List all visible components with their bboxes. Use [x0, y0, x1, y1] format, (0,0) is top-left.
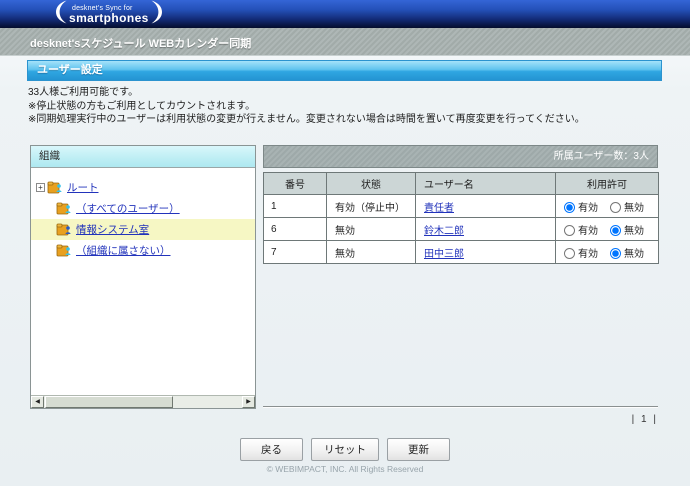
cell-username: 責任者	[416, 195, 556, 218]
organization-tree: + ルート （すべてのユーザー） 情報システム室	[31, 168, 255, 261]
table-row: 6 無効 鈴木二郎 有効 無効	[264, 218, 659, 241]
reset-button[interactable]: リセット	[311, 438, 379, 461]
app-title: desknet'sスケジュール WEBカレンダー同期	[30, 35, 251, 51]
action-button-row: 戻る リセット 更新	[0, 438, 690, 461]
department-icon	[56, 223, 72, 236]
col-header-username: ユーザー名	[416, 173, 556, 195]
member-count-bar: 所属ユーザー数：3人	[263, 145, 658, 168]
col-header-permission: 利用許可	[556, 173, 659, 195]
tree-link-root[interactable]: ルート	[67, 180, 99, 195]
organization-group-icon	[56, 202, 72, 215]
permission-deny-label: 無効	[624, 203, 644, 214]
permission-allow-label: 有効	[578, 226, 598, 237]
permission-deny-radio[interactable]	[610, 248, 621, 259]
page-indicator: | 1 |	[560, 414, 658, 425]
table-header-row: 番号 状態 ユーザー名 利用許可	[264, 173, 659, 195]
table-row: 1 有効（停止中） 責任者 有効 無効	[264, 195, 659, 218]
permission-deny-label: 無効	[624, 249, 644, 260]
user-link[interactable]: 責任者	[424, 203, 454, 214]
cell-permission: 有効 無効	[556, 241, 659, 264]
cell-username: 田中三郎	[416, 241, 556, 264]
user-link[interactable]: 鈴木二郎	[424, 226, 464, 237]
tree-item-info-systems[interactable]: 情報システム室	[31, 219, 255, 240]
tree-item-all-users[interactable]: （すべてのユーザー）	[31, 198, 255, 219]
permission-allow-radio[interactable]	[564, 248, 575, 259]
permission-allow-label: 有効	[578, 249, 598, 260]
logo-line2: smartphones	[69, 12, 149, 24]
permission-allow-radio[interactable]	[564, 202, 575, 213]
cell-status: 有効（停止中）	[327, 195, 416, 218]
copyright-text: © WEBIMPACT, INC. All Rights Reserved	[0, 464, 690, 474]
col-header-status: 状態	[327, 173, 416, 195]
top-brand-bar: desknet's Sync for smartphones	[0, 0, 690, 28]
tree-link-no-org[interactable]: （組織に属さない）	[76, 243, 171, 258]
screen: desknet's Sync for smartphones desknet's…	[0, 0, 690, 486]
permission-deny-radio[interactable]	[610, 202, 621, 213]
table-row: 7 無効 田中三郎 有効 無効	[264, 241, 659, 264]
organization-panel: 組織 + ルート （すべてのユーザー） 情報システム室	[30, 145, 256, 409]
organization-group-icon	[47, 181, 63, 194]
notice-line: ※同期処理実行中のユーザーは利用状態の変更が行えません。変更されない場合は時間を…	[28, 113, 585, 127]
organization-panel-title: 組織	[31, 146, 255, 168]
scroll-left-arrow-icon[interactable]: ◀	[31, 396, 44, 408]
tree-item-no-org[interactable]: （組織に属さない）	[31, 240, 255, 261]
cell-number: 7	[264, 241, 327, 264]
tree-link-all-users[interactable]: （すべてのユーザー）	[76, 201, 180, 216]
app-title-bar: desknet'sスケジュール WEBカレンダー同期	[0, 28, 690, 56]
horizontal-scrollbar[interactable]: ◀ ▶	[31, 395, 255, 408]
logo-left-bracket-icon	[55, 0, 67, 29]
section-title-user-settings: ユーザー設定	[27, 60, 662, 81]
update-button[interactable]: 更新	[387, 438, 450, 461]
brand-logo: desknet's Sync for smartphones	[55, 1, 163, 27]
cell-permission: 有効 無効	[556, 218, 659, 241]
scrollbar-thumb[interactable]	[45, 396, 173, 408]
notice-line: 33人様ご利用可能です。	[28, 86, 585, 100]
tree-link-info-systems[interactable]: 情報システム室	[76, 222, 149, 237]
user-link[interactable]: 田中三郎	[424, 249, 464, 260]
user-table: 番号 状態 ユーザー名 利用許可 1 有効（停止中） 責任者 有効無効 6 無効…	[263, 172, 659, 264]
cell-username: 鈴木二郎	[416, 218, 556, 241]
cell-status: 無効	[327, 218, 416, 241]
cell-number: 1	[264, 195, 327, 218]
expand-icon[interactable]: +	[36, 183, 45, 192]
col-header-number: 番号	[264, 173, 327, 195]
cell-number: 6	[264, 218, 327, 241]
separator-line	[263, 406, 658, 408]
permission-deny-radio[interactable]	[610, 225, 621, 236]
scroll-right-arrow-icon[interactable]: ▶	[242, 396, 255, 408]
notice-block: 33人様ご利用可能です。 ※停止状態の方もご利用としてカウントされます。 ※同期…	[28, 86, 585, 127]
cell-permission: 有効 無効	[556, 195, 659, 218]
organization-group-icon	[56, 244, 72, 257]
logo-text: desknet's Sync for smartphones	[69, 5, 149, 24]
permission-allow-label: 有効	[578, 203, 598, 214]
permission-allow-radio[interactable]	[564, 225, 575, 236]
cell-status: 無効	[327, 241, 416, 264]
notice-line: ※停止状態の方もご利用としてカウントされます。	[28, 100, 585, 114]
back-button[interactable]: 戻る	[240, 438, 303, 461]
logo-right-bracket-icon	[151, 0, 163, 29]
tree-item-root[interactable]: + ルート	[31, 177, 255, 198]
permission-deny-label: 無効	[624, 226, 644, 237]
